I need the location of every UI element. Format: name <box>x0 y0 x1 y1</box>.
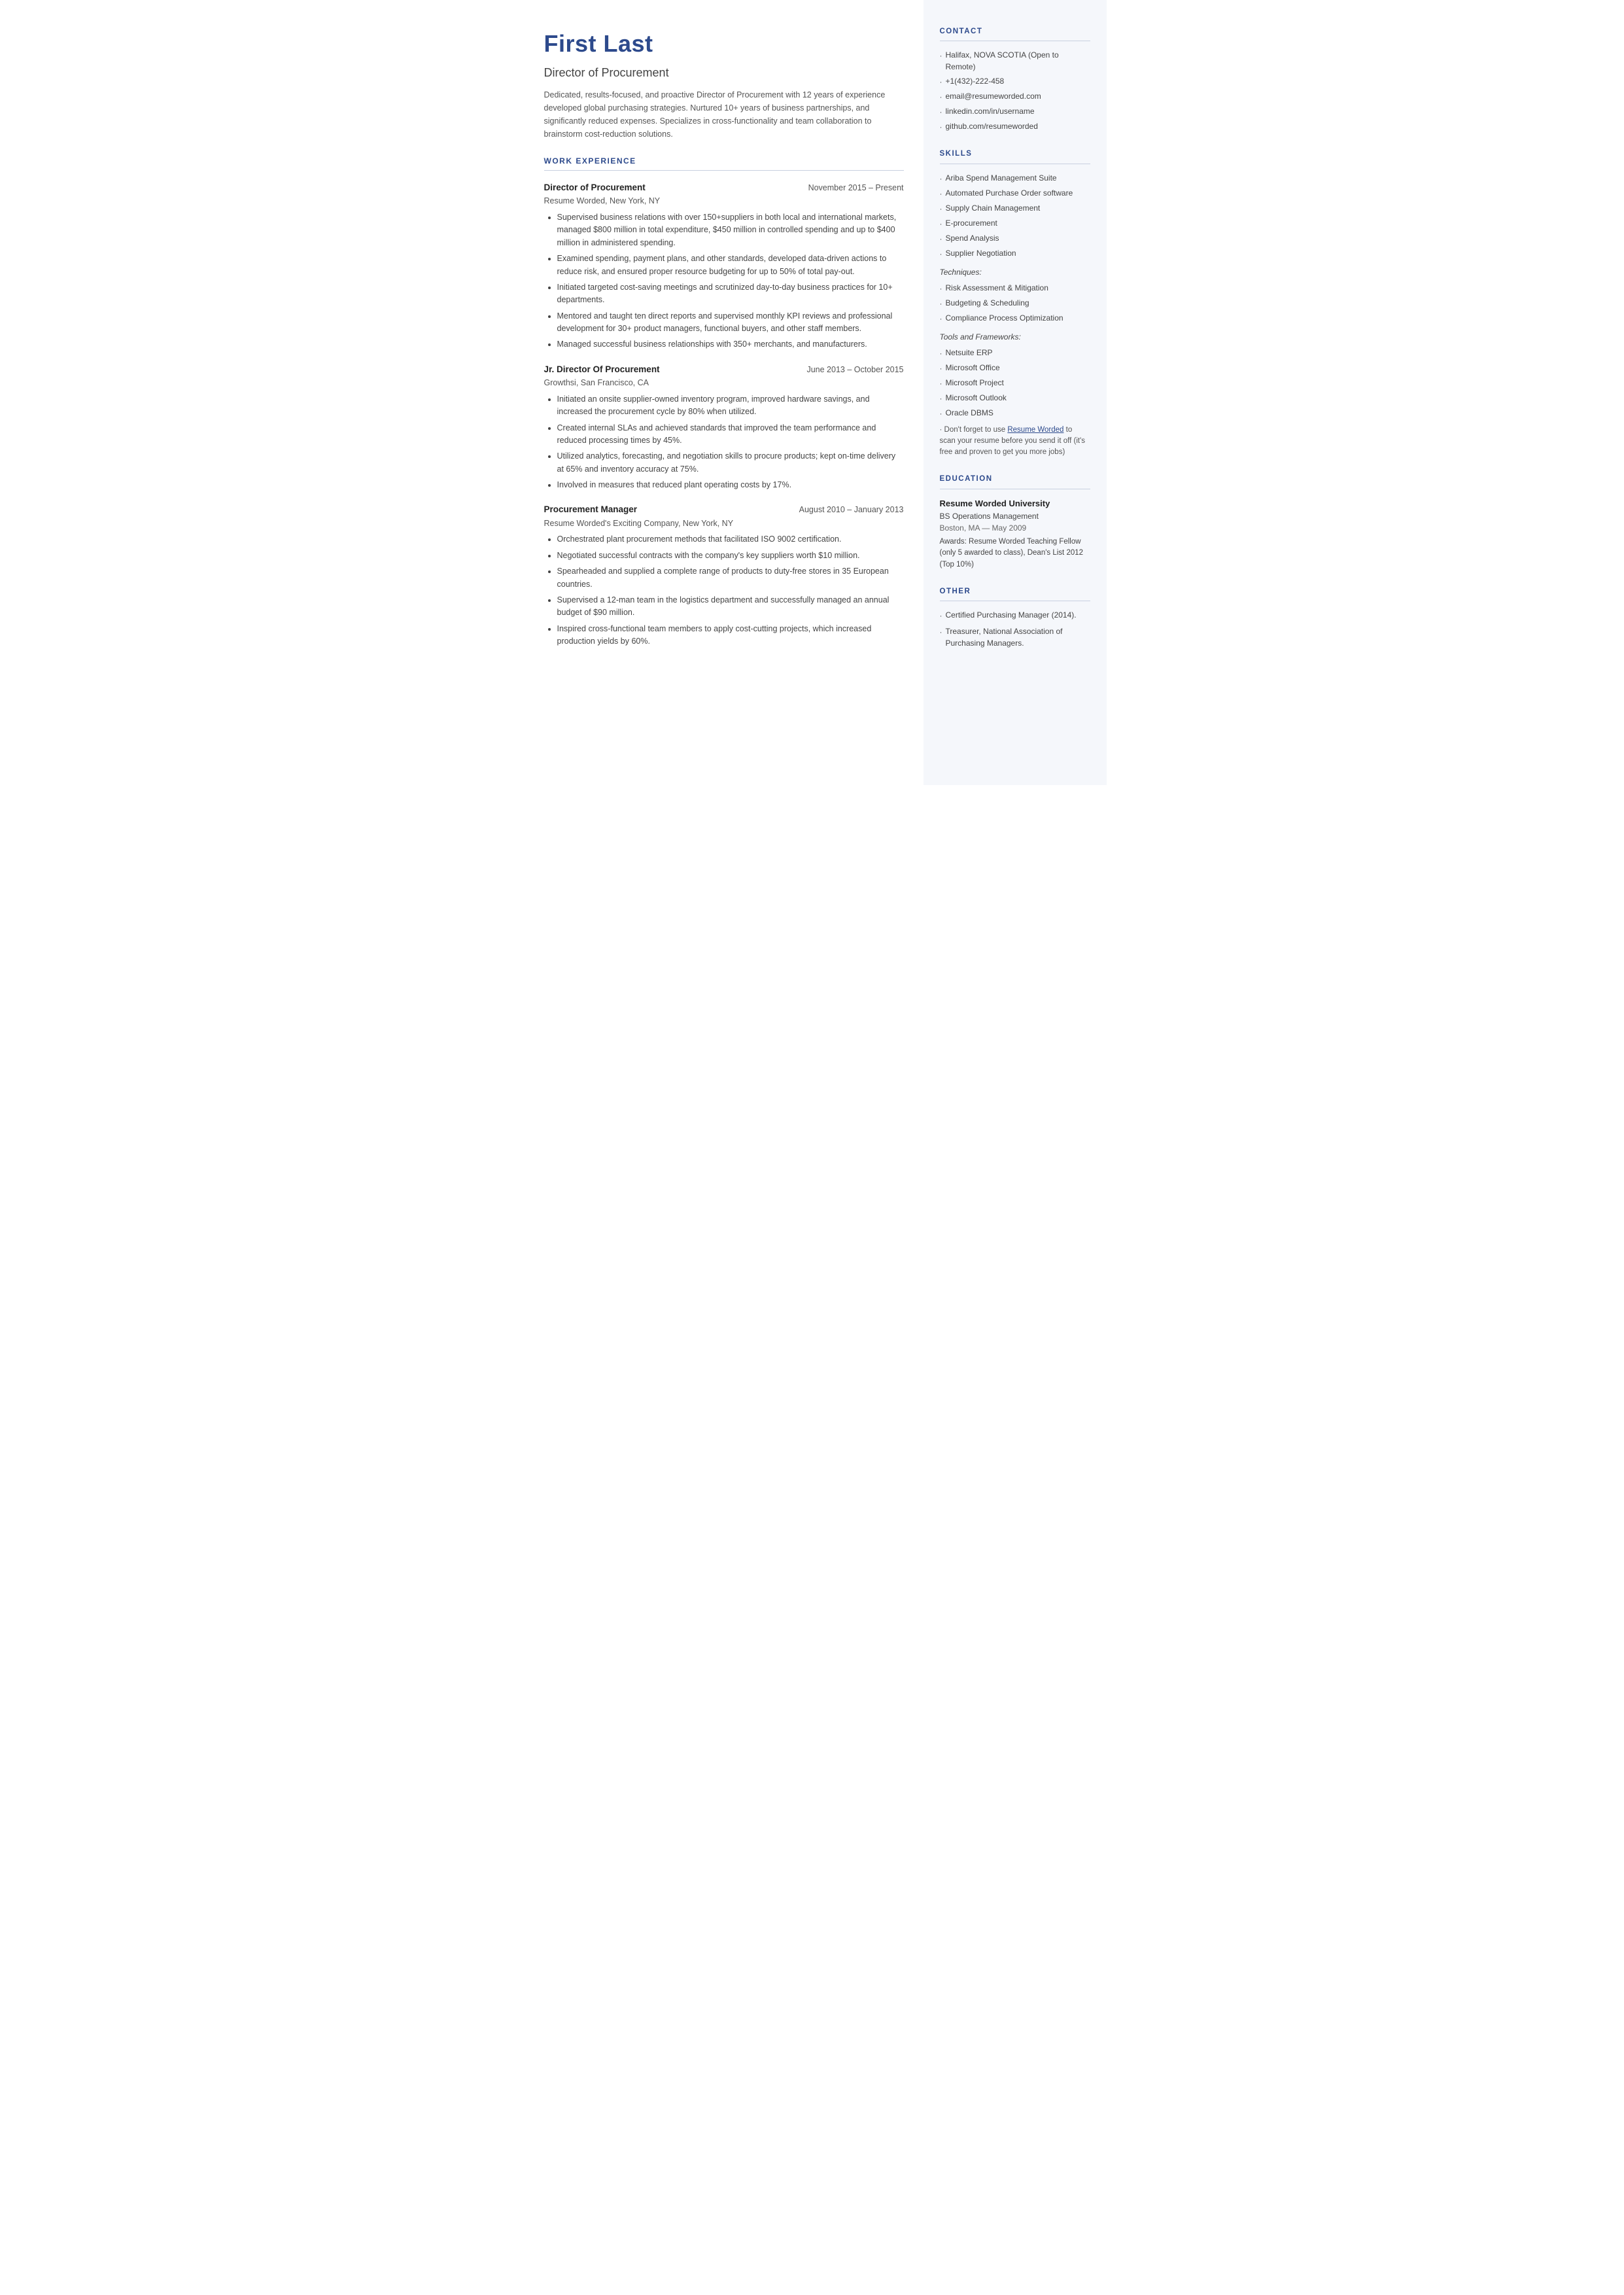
skills-section: SKILLS · Ariba Spend Management Suite · … <box>940 149 1090 458</box>
skill-item: · Automated Purchase Order software <box>940 187 1090 200</box>
contact-heading: CONTACT <box>940 26 1090 41</box>
list-item: Examined spending, payment plans, and ot… <box>557 253 904 278</box>
job-1-title: Director of Procurement <box>544 181 646 194</box>
technique-item: · Risk Assessment & Mitigation <box>940 282 1090 294</box>
skill-item: · Supply Chain Management <box>940 202 1090 215</box>
other-item-1: · Certified Purchasing Manager (2014). <box>940 609 1090 622</box>
other-item-2: · Treasurer, National Association of Pur… <box>940 625 1090 649</box>
edu-meta: Boston, MA — May 2009 <box>940 522 1090 534</box>
contact-address: · Halifax, NOVA SCOTIA (Open to Remote) <box>940 49 1090 73</box>
bullet-icon: · <box>940 298 942 309</box>
contact-section: CONTACT · Halifax, NOVA SCOTIA (Open to … <box>940 26 1090 133</box>
resume-worded-link[interactable]: Resume Worded <box>1007 426 1063 434</box>
bullet-icon: · <box>940 393 942 404</box>
resume-worded-note: · Don't forget to use Resume Worded to s… <box>940 425 1090 459</box>
education-section: EDUCATION Resume Worded University BS Op… <box>940 474 1090 570</box>
list-item: Utilized analytics, forecasting, and neg… <box>557 450 904 476</box>
job-3-bullets: Orchestrated plant procurement methods t… <box>544 533 904 648</box>
list-item: Managed successful business relationship… <box>557 338 904 351</box>
skill-item: · Supplier Negotiation <box>940 247 1090 260</box>
bullet-icon: · <box>940 283 942 294</box>
job-2-title: Jr. Director Of Procurement <box>544 363 660 376</box>
job-3-dates: August 2010 – January 2013 <box>799 504 904 516</box>
skill-item: · Spend Analysis <box>940 232 1090 245</box>
list-item: Mentored and taught ten direct reports a… <box>557 310 904 336</box>
contact-email: · email@resumeworded.com <box>940 90 1090 103</box>
list-item: Created internal SLAs and achieved stand… <box>557 422 904 447</box>
job-2: Jr. Director Of Procurement June 2013 – … <box>544 363 904 492</box>
list-item: Involved in measures that reduced plant … <box>557 479 904 491</box>
note-prefix: · <box>940 426 944 434</box>
techniques-subheading: Techniques: <box>940 266 1090 278</box>
list-item: Supervised a 12-man team in the logistic… <box>557 594 904 620</box>
bullet-icon: · <box>940 313 942 324</box>
summary-text: Dedicated, results-focused, and proactiv… <box>544 88 904 141</box>
bullet-icon: · <box>940 610 942 622</box>
other-section: OTHER · Certified Purchasing Manager (20… <box>940 586 1090 649</box>
list-item: Initiated targeted cost-saving meetings … <box>557 281 904 307</box>
education-heading: EDUCATION <box>940 474 1090 489</box>
bullet-icon: · <box>940 626 942 638</box>
work-experience-heading: WORK EXPERIENCE <box>544 155 904 171</box>
edu-degree: BS Operations Management <box>940 510 1090 522</box>
tool-item: · Oracle DBMS <box>940 407 1090 419</box>
list-item: Supervised business relations with over … <box>557 211 904 249</box>
list-item: Initiated an onsite supplier-owned inven… <box>557 393 904 419</box>
skill-item: · E-procurement <box>940 217 1090 230</box>
bullet-icon: · <box>940 106 942 118</box>
technique-item: · Budgeting & Scheduling <box>940 297 1090 309</box>
job-title: Director of Procurement <box>544 64 904 82</box>
job-1-dates: November 2015 – Present <box>808 182 904 194</box>
bullet-icon: · <box>940 76 942 88</box>
edu-awards: Awards: Resume Worded Teaching Fellow (o… <box>940 536 1090 570</box>
bullet-icon: · <box>940 91 942 103</box>
contact-linkedin: · linkedin.com/in/username <box>940 105 1090 118</box>
list-item: Orchestrated plant procurement methods t… <box>557 533 904 546</box>
job-2-dates: June 2013 – October 2015 <box>806 364 903 376</box>
full-name: First Last <box>544 26 904 61</box>
bullet-icon: · <box>940 218 942 230</box>
bullet-icon: · <box>940 347 942 359</box>
bullet-icon: · <box>940 362 942 374</box>
contact-phone: · +1(432)-222-458 <box>940 75 1090 88</box>
tools-subheading: Tools and Frameworks: <box>940 331 1090 343</box>
bullet-icon: · <box>940 408 942 419</box>
bullet-icon: · <box>940 377 942 389</box>
list-item: Negotiated successful contracts with the… <box>557 550 904 562</box>
contact-github: · github.com/resumeworded <box>940 120 1090 133</box>
job-3-company: Resume Worded's Exciting Company, New Yo… <box>544 517 904 530</box>
tool-item: · Netsuite ERP <box>940 347 1090 359</box>
job-1-bullets: Supervised business relations with over … <box>544 211 904 351</box>
list-item: Spearheaded and supplied a complete rang… <box>557 565 904 591</box>
technique-item: · Compliance Process Optimization <box>940 312 1090 324</box>
bullet-icon: · <box>940 121 942 133</box>
job-1: Director of Procurement November 2015 – … <box>544 181 904 351</box>
job-2-bullets: Initiated an onsite supplier-owned inven… <box>544 393 904 492</box>
bullet-icon: · <box>940 50 942 61</box>
edu-school: Resume Worded University <box>940 497 1090 510</box>
job-3-title: Procurement Manager <box>544 503 638 516</box>
bullet-icon: · <box>940 248 942 260</box>
skills-heading: SKILLS <box>940 149 1090 164</box>
job-1-company: Resume Worded, New York, NY <box>544 195 904 207</box>
tool-item: · Microsoft Outlook <box>940 392 1090 404</box>
bullet-icon: · <box>940 233 942 245</box>
skill-item: · Ariba Spend Management Suite <box>940 172 1090 184</box>
tool-item: · Microsoft Project <box>940 377 1090 389</box>
job-2-company: Growthsi, San Francisco, CA <box>544 377 904 389</box>
list-item: Inspired cross-functional team members t… <box>557 623 904 648</box>
bullet-icon: · <box>940 173 942 184</box>
other-heading: OTHER <box>940 586 1090 601</box>
tool-item: · Microsoft Office <box>940 362 1090 374</box>
bullet-icon: · <box>940 188 942 200</box>
bullet-icon: · <box>940 203 942 215</box>
job-3: Procurement Manager August 2010 – Januar… <box>544 503 904 648</box>
